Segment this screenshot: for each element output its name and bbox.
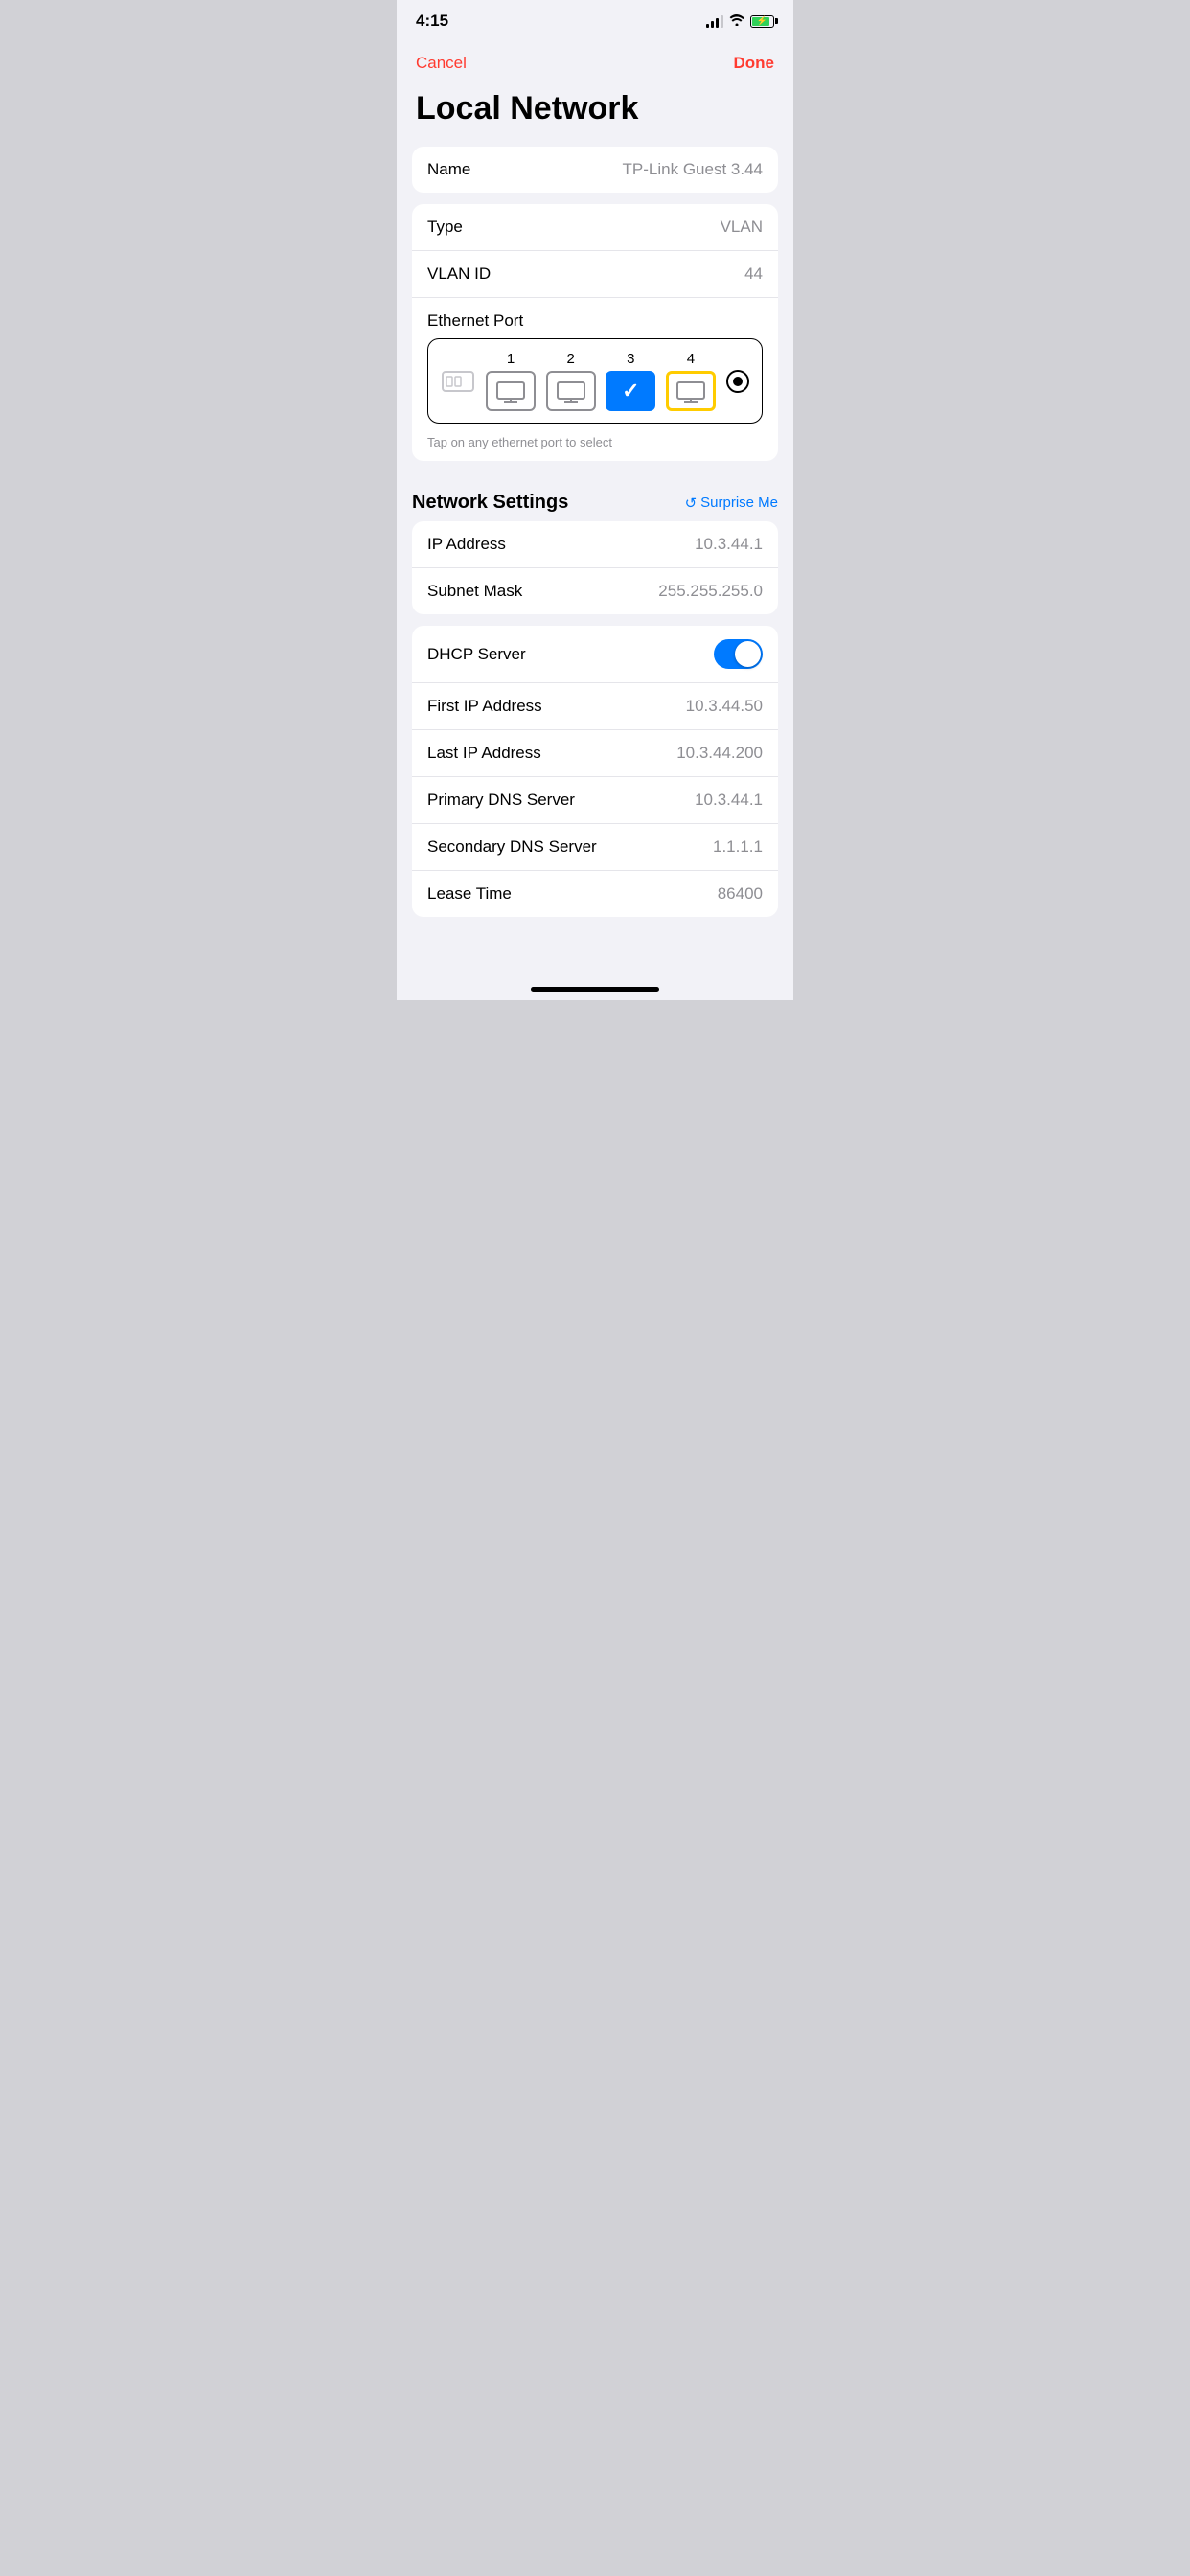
type-value: VLAN	[721, 218, 763, 237]
vlan-id-label: VLAN ID	[427, 264, 491, 284]
network-settings-card: IP Address 10.3.44.1 Subnet Mask 255.255…	[412, 521, 778, 614]
port-4-icon[interactable]	[666, 371, 716, 411]
subnet-mask-label: Subnet Mask	[427, 582, 522, 601]
nav-bar: Cancel Done	[397, 42, 793, 80]
ethernet-port-label: Ethernet Port	[427, 311, 523, 330]
home-bar	[531, 987, 659, 992]
router-icon	[441, 368, 475, 395]
name-card: Name TP-Link Guest 3.44	[412, 147, 778, 193]
surprise-me-label: Surprise Me	[700, 494, 778, 511]
status-bar: 4:15 ⚡	[397, 0, 793, 42]
port-2-icon[interactable]	[546, 371, 596, 411]
dhcp-server-label: DHCP Server	[427, 645, 526, 664]
secondary-dns-row[interactable]: Secondary DNS Server 1.1.1.1	[412, 824, 778, 871]
network-settings-title: Network Settings	[412, 492, 568, 514]
port-3-item[interactable]: 3 ✓	[606, 351, 655, 411]
cancel-button[interactable]: Cancel	[416, 54, 467, 73]
last-ip-value: 10.3.44.200	[676, 744, 763, 763]
toggle-knob	[735, 641, 761, 667]
lease-time-row[interactable]: Lease Time 86400	[412, 871, 778, 917]
battery-icon: ⚡	[750, 15, 774, 28]
page-title-section: Local Network	[397, 80, 793, 147]
signal-bars-icon	[706, 14, 723, 28]
type-card: Type VLAN VLAN ID 44 Ethernet Port	[412, 204, 778, 461]
home-indicator	[397, 967, 793, 1000]
page-title: Local Network	[416, 90, 774, 127]
subnet-mask-value: 255.255.255.0	[658, 582, 763, 601]
port-3-number: 3	[627, 351, 634, 367]
lease-time-value: 86400	[718, 885, 763, 904]
primary-dns-label: Primary DNS Server	[427, 791, 575, 810]
vlan-id-row[interactable]: VLAN ID 44	[412, 251, 778, 298]
network-settings-header: Network Settings ↺ Surprise Me	[412, 472, 778, 521]
primary-dns-value: 10.3.44.1	[695, 791, 763, 810]
type-label: Type	[427, 218, 463, 237]
name-row[interactable]: Name TP-Link Guest 3.44	[412, 147, 778, 193]
port-3-checkmark: ✓	[622, 379, 639, 403]
dhcp-card: DHCP Server First IP Address 10.3.44.50 …	[412, 626, 778, 917]
first-ip-label: First IP Address	[427, 697, 542, 716]
port-4-number: 4	[687, 351, 695, 367]
surprise-me-button[interactable]: ↺ Surprise Me	[685, 494, 778, 512]
port-1-number: 1	[507, 351, 515, 367]
lease-time-label: Lease Time	[427, 885, 512, 904]
port-1-icon[interactable]	[486, 371, 536, 411]
ip-address-row[interactable]: IP Address 10.3.44.1	[412, 521, 778, 568]
last-ip-row[interactable]: Last IP Address 10.3.44.200	[412, 730, 778, 777]
name-label: Name	[427, 160, 470, 179]
vlan-id-value: 44	[744, 264, 763, 284]
port-2-number: 2	[566, 351, 574, 367]
port-3-icon[interactable]: ✓	[606, 371, 655, 411]
primary-dns-row[interactable]: Primary DNS Server 10.3.44.1	[412, 777, 778, 824]
dhcp-server-row[interactable]: DHCP Server	[412, 626, 778, 683]
main-content: Cancel Done Local Network Name TP-Link G…	[397, 42, 793, 967]
refresh-icon: ↺	[685, 494, 698, 512]
done-button[interactable]: Done	[734, 54, 775, 73]
ethernet-ports-selector[interactable]: 1 2	[427, 338, 763, 424]
status-icons: ⚡	[706, 13, 774, 29]
ethernet-port-label-row: Ethernet Port	[412, 298, 778, 338]
ip-address-label: IP Address	[427, 535, 506, 554]
port-2-item[interactable]: 2	[546, 351, 596, 411]
port-4-item[interactable]: 4	[666, 351, 716, 411]
status-time: 4:15	[416, 12, 448, 31]
first-ip-value: 10.3.44.50	[686, 697, 763, 716]
name-value: TP-Link Guest 3.44	[623, 160, 763, 179]
port-1-item[interactable]: 1	[486, 351, 536, 411]
first-ip-row[interactable]: First IP Address 10.3.44.50	[412, 683, 778, 730]
secondary-dns-label: Secondary DNS Server	[427, 838, 597, 857]
secondary-dns-value: 1.1.1.1	[713, 838, 763, 857]
wifi-icon	[729, 13, 744, 29]
ip-address-value: 10.3.44.1	[695, 535, 763, 554]
type-row[interactable]: Type VLAN	[412, 204, 778, 251]
subnet-mask-row[interactable]: Subnet Mask 255.255.255.0	[412, 568, 778, 614]
last-ip-label: Last IP Address	[427, 744, 541, 763]
radio-button[interactable]	[726, 370, 749, 393]
ethernet-hint: Tap on any ethernet port to select	[412, 431, 778, 461]
scroll-content: Name TP-Link Guest 3.44 Type VLAN VLAN I…	[397, 147, 793, 967]
dhcp-server-toggle[interactable]	[714, 639, 763, 669]
